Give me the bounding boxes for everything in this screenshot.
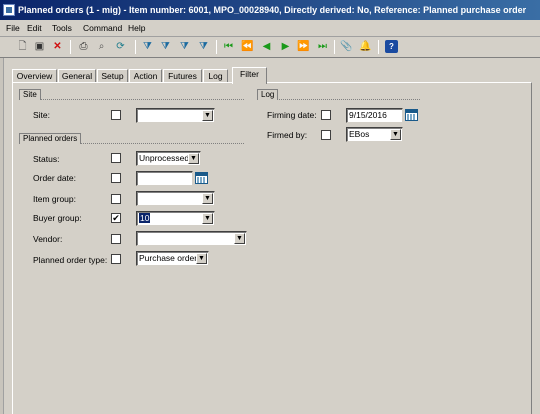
firmed-by-select[interactable]: EBos ▼ [346, 127, 403, 142]
planned-orders-group-header: Planned orders [19, 133, 244, 144]
filter-by-selection-icon[interactable]: ⧩ [141, 40, 154, 53]
firmed-by-label: Firmed by: [267, 130, 308, 140]
calendar-icon[interactable] [405, 109, 418, 121]
chevron-down-icon[interactable]: ▼ [202, 110, 213, 121]
chevron-down-icon[interactable]: ▼ [202, 193, 213, 204]
item-group-label: Item group: [33, 194, 76, 204]
site-group-header: Site [19, 89, 244, 100]
status-checkbox[interactable] [111, 153, 121, 163]
tab-overview[interactable]: Overview [12, 69, 57, 83]
menu-tools[interactable]: Tools [52, 23, 72, 33]
planned-order-type-value: Purchase order [139, 253, 198, 263]
chevron-down-icon[interactable]: ▼ [234, 233, 245, 244]
buyer-group-label: Buyer group: [33, 213, 82, 223]
menu-bar: File Edit Tools Command Help [0, 20, 540, 37]
site-select[interactable]: ▼ [136, 108, 215, 123]
buyer-group-select[interactable]: 10 ▼ [136, 211, 215, 226]
first-record-icon[interactable]: ⏮ [222, 40, 235, 53]
calendar-icon[interactable] [195, 172, 208, 184]
chevron-down-icon[interactable]: ▼ [188, 153, 199, 164]
tab-action[interactable]: Action [129, 69, 162, 83]
toolbar-separator [378, 40, 379, 54]
buyer-group-value: 10 [139, 213, 151, 223]
toolbar-separator [216, 40, 217, 54]
print-icon[interactable]: ⎙ [77, 40, 90, 53]
toolbar: 🗋 ▣ ✕ ⎙ ⌕ ⟳ ⧩ ⧩ ⧩ ⧩ ⏮ ⏪ ◀ ▶ ⏩ ⏭ 📎 🔔 ? [0, 37, 540, 58]
status-value: Unprocessed [139, 153, 190, 163]
tab-setup[interactable]: Setup [97, 69, 128, 83]
menu-file[interactable]: File [6, 23, 20, 33]
log-group-header: Log [257, 89, 420, 100]
status-select[interactable]: Unprocessed ▼ [136, 151, 201, 166]
firmed-by-value: EBos [349, 129, 370, 139]
toolbar-separator [334, 40, 335, 54]
save-icon[interactable]: ▣ [33, 40, 46, 53]
toolbar-separator [135, 40, 136, 54]
menu-help[interactable]: Help [128, 23, 145, 33]
next-record-icon[interactable]: ▶ [279, 40, 292, 53]
left-edge-strip [0, 58, 4, 414]
planned-order-type-label: Planned order type: [33, 255, 108, 265]
vendor-checkbox[interactable] [111, 234, 121, 244]
print-preview-icon[interactable]: ⌕ [95, 40, 108, 53]
planned-order-type-checkbox[interactable] [111, 254, 121, 264]
firming-date-value: 9/15/2016 [349, 110, 387, 120]
toolbar-separator [70, 40, 71, 54]
last-record-icon[interactable]: ⏭ [316, 40, 329, 53]
planned-order-type-select[interactable]: Purchase order ▼ [136, 251, 209, 266]
chevron-down-icon[interactable]: ▼ [202, 213, 213, 224]
firmed-by-checkbox[interactable] [321, 130, 331, 140]
help-icon[interactable]: ? [385, 40, 398, 53]
firming-date-checkbox[interactable] [321, 110, 331, 120]
tab-futures[interactable]: Futures [163, 69, 202, 83]
item-group-select[interactable]: ▼ [136, 191, 215, 206]
alerts-icon[interactable]: 🔔 [359, 40, 372, 53]
app-icon [3, 4, 15, 16]
tab-general[interactable]: General [58, 69, 96, 83]
previous-page-icon[interactable]: ⏪ [241, 40, 254, 53]
document-handling-icon[interactable]: 📎 [340, 40, 353, 53]
log-group-title: Log [257, 89, 279, 100]
new-icon[interactable]: 🗋 [16, 40, 29, 53]
remove-filter-icon[interactable]: ⧩ [197, 40, 210, 53]
site-label: Site: [33, 110, 51, 120]
vendor-select[interactable]: ▼ [136, 231, 247, 246]
status-label: Status: [33, 154, 60, 164]
site-group-title: Site [19, 89, 41, 100]
planned-orders-window: Planned orders (1 - mig) - Item number: … [0, 0, 540, 414]
tab-log[interactable]: Log [203, 69, 228, 83]
menu-edit[interactable]: Edit [27, 23, 42, 33]
title-bar[interactable]: Planned orders (1 - mig) - Item number: … [0, 0, 540, 20]
order-date-field[interactable] [136, 171, 193, 186]
firming-date-field[interactable]: 9/15/2016 [346, 108, 403, 123]
previous-record-icon[interactable]: ◀ [260, 40, 273, 53]
chevron-down-icon[interactable]: ▼ [196, 253, 207, 264]
advanced-filter-icon[interactable]: ⧩ [178, 40, 191, 53]
order-date-checkbox[interactable] [111, 173, 121, 183]
window-title: Planned orders (1 - mig) - Item number: … [18, 5, 527, 15]
order-date-label: Order date: [33, 173, 76, 183]
chevron-down-icon[interactable]: ▼ [390, 129, 401, 140]
firming-date-label: Firming date: [267, 110, 317, 120]
filter-by-grid-icon[interactable]: ⧩ [159, 40, 172, 53]
vendor-label: Vendor: [33, 234, 63, 244]
planned-orders-group-title: Planned orders [19, 133, 82, 144]
delete-icon[interactable]: ✕ [51, 40, 64, 53]
refresh-icon[interactable]: ⟳ [114, 40, 127, 53]
menu-command[interactable]: Command [83, 23, 122, 33]
buyer-group-checkbox[interactable]: ✔ [111, 213, 121, 223]
item-group-checkbox[interactable] [111, 194, 121, 204]
site-checkbox[interactable] [111, 110, 121, 120]
tab-filter[interactable]: Filter [232, 67, 267, 84]
next-page-icon[interactable]: ⏩ [297, 40, 310, 53]
